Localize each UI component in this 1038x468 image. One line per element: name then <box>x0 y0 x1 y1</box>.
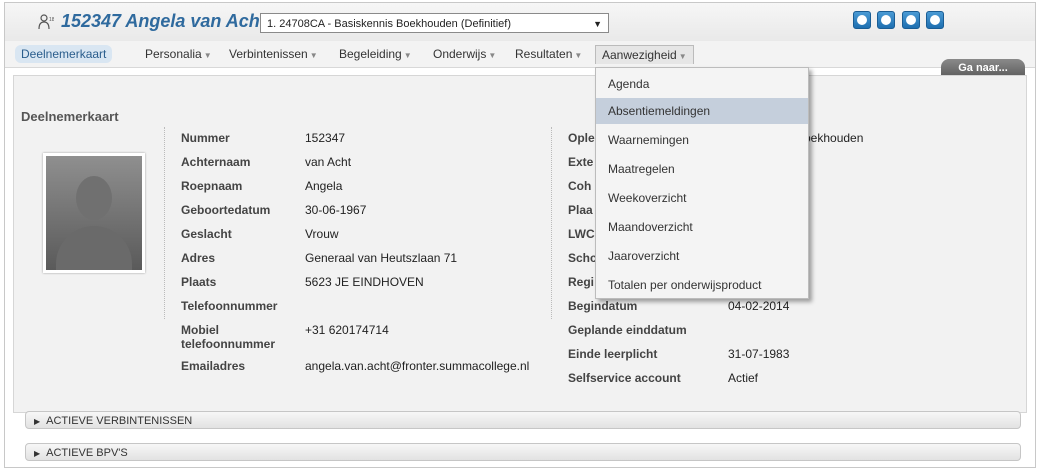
menu-verbintenissen[interactable]: Verbintenissen ▼ <box>223 45 324 63</box>
menu-onderwijs[interactable]: Onderwijs ▼ <box>427 45 502 63</box>
previous-record-button[interactable] <box>877 11 896 29</box>
menu-begeleiding[interactable]: Begeleiding ▼ <box>333 45 418 63</box>
expand-triangle-icon: ▶ <box>34 417 41 426</box>
svg-text:18: 18 <box>49 17 54 23</box>
menu-item-waarnemingen[interactable]: Waarnemingen <box>596 127 808 153</box>
next-icon <box>905 15 916 25</box>
menu-personalia[interactable]: Personalia ▼ <box>139 45 218 63</box>
divider <box>164 127 165 319</box>
first-icon <box>857 15 867 25</box>
chevron-down-icon: ▼ <box>593 19 602 29</box>
aanwezigheid-dropdown: Agenda Absentiemeldingen Waarnemingen Ma… <box>595 67 809 299</box>
chevron-down-icon: ▼ <box>488 51 497 60</box>
record-navigation <box>853 11 946 34</box>
menu-item-maatregelen[interactable]: Maatregelen <box>596 156 808 182</box>
menu-item-absentiemeldingen[interactable]: Absentiemeldingen <box>596 98 808 124</box>
main-menu: Deelnemerkaart Personalia ▼ Verbintenisse… <box>5 41 1035 68</box>
last-record-button[interactable] <box>926 11 945 29</box>
chevron-down-icon: ▼ <box>678 52 687 61</box>
chevron-down-icon: ▼ <box>203 51 212 60</box>
last-icon <box>930 15 941 25</box>
avatar <box>43 153 145 273</box>
avatar-head <box>76 176 112 220</box>
program-select-value: 1. 24708CA - Basiskennis Boekhouden (Def… <box>267 18 511 30</box>
divider <box>551 127 552 319</box>
chevron-down-icon: ▼ <box>403 51 412 60</box>
program-select[interactable]: 1. 24708CA - Basiskennis Boekhouden (Def… <box>260 13 609 33</box>
menu-item-jaaroverzicht[interactable]: Jaaroverzicht <box>596 243 808 269</box>
section-actieve-verbintenissen[interactable]: ▶ ACTIEVE VERBINTENISSEN <box>25 411 1021 429</box>
previous-icon <box>881 15 892 25</box>
section-title: Deelnemerkaart <box>21 109 119 124</box>
person-icon: 18 <box>38 14 54 30</box>
menu-deelnemerkaart[interactable]: Deelnemerkaart <box>15 45 113 63</box>
chevron-down-icon: ▼ <box>309 51 318 60</box>
app-window: 18 152347 Angela van Acht 1. 24708CA - B… <box>4 2 1036 468</box>
section-actieve-bpvs[interactable]: ▶ ACTIEVE BPV'S <box>25 443 1021 461</box>
header-bar: 18 152347 Angela van Acht 1. 24708CA - B… <box>5 3 1035 41</box>
first-record-button[interactable] <box>853 11 871 29</box>
avatar-body <box>56 226 132 270</box>
next-record-button[interactable] <box>901 11 920 29</box>
menu-item-agenda[interactable]: Agenda <box>596 71 808 97</box>
chevron-down-icon: ▼ <box>574 51 583 60</box>
student-title: 152347 Angela van Acht <box>61 11 266 31</box>
menu-resultaten[interactable]: Resultaten ▼ <box>509 45 588 63</box>
menu-item-maandoverzicht[interactable]: Maandoverzicht <box>596 214 808 240</box>
menu-item-weekoverzicht[interactable]: Weekoverzicht <box>596 185 808 211</box>
menu-aanwezigheid[interactable]: Aanwezigheid ▼ <box>595 45 694 64</box>
expand-triangle-icon: ▶ <box>34 449 41 458</box>
menu-item-totalen-per-onderwijsproduct[interactable]: Totalen per onderwijsproduct <box>596 272 808 298</box>
